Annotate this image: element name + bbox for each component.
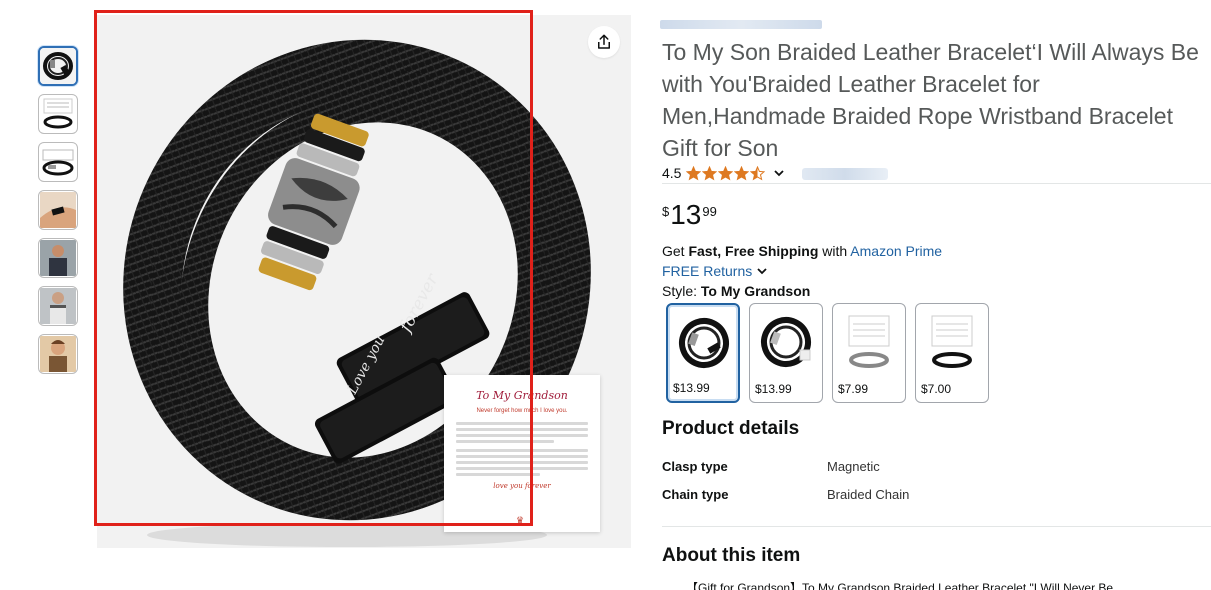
detail-key: Clasp type	[662, 459, 728, 474]
product-page: forever Love you To My Grandson Never fo…	[0, 0, 1211, 590]
variant-price: $13.99	[755, 382, 792, 396]
about-bullet-text: 【Gift for Grandson】To My Grandson Braide…	[686, 582, 1114, 590]
style-value: To My Grandson	[700, 283, 811, 299]
star-icon	[718, 165, 734, 180]
card-subtitle: Never forget how much I love you.	[476, 408, 568, 414]
thumbnail-bracelet[interactable]	[38, 46, 78, 86]
price-symbol: $	[662, 204, 670, 219]
divider	[662, 183, 1211, 184]
about-bullet-1: 【Gift for Grandson】To My Grandson Braide…	[686, 582, 1206, 590]
product-details-heading: Product details	[662, 418, 800, 439]
thumbnail-man-2[interactable]	[38, 286, 78, 326]
star-icon	[734, 165, 750, 180]
variant-option-1[interactable]: $13.99	[666, 303, 740, 403]
divider	[662, 526, 1211, 527]
variant-option-2[interactable]: $13.99	[749, 303, 823, 403]
thumbnail-bracelet-box[interactable]	[38, 142, 78, 182]
variant-option-3[interactable]: $7.99	[832, 303, 906, 403]
thumbnail-strip	[38, 46, 80, 382]
style-variants: $13.99 $13.99 $7.99 $7.00	[666, 303, 989, 403]
card-title: To My Grandson	[476, 389, 568, 402]
star-rating[interactable]	[686, 165, 766, 181]
share-icon	[598, 34, 610, 49]
amazon-prime-link[interactable]: Amazon Prime	[850, 243, 942, 259]
shipping-info: Get Fast, Free Shipping with Amazon Prim…	[662, 243, 942, 259]
share-button[interactable]	[588, 26, 620, 58]
crown-icon: ♛	[516, 515, 525, 525]
free-returns-label: FREE Returns	[662, 263, 753, 279]
variant-price: $7.00	[921, 382, 952, 396]
chevron-down-icon[interactable]	[773, 167, 785, 179]
variant-price: $13.99	[673, 381, 710, 395]
detail-row-clasp: Clasp type Magnetic	[662, 459, 880, 474]
free-returns-link[interactable]: FREE Returns	[662, 263, 768, 279]
star-icon	[686, 165, 702, 180]
shipping-bold: Fast, Free Shipping	[688, 243, 819, 259]
shipping-prefix: Get	[662, 243, 689, 259]
thumbnail-wrist[interactable]	[38, 190, 78, 230]
about-heading: About this item	[662, 545, 801, 566]
style-label: Style:	[662, 283, 701, 299]
blurred-ratings-count	[802, 168, 888, 180]
rating-value: 4.5	[662, 165, 682, 181]
rating-row[interactable]: 4.5	[662, 164, 785, 182]
thumbnail-man-3[interactable]	[38, 334, 78, 374]
price: $ 13 99	[662, 198, 717, 232]
blurred-store-link	[660, 20, 822, 29]
price-whole: 13	[670, 199, 702, 230]
shipping-middle: with	[818, 243, 851, 259]
card-signature: love you forever	[493, 482, 551, 490]
variant-option-4[interactable]: $7.00	[915, 303, 989, 403]
thumbnail-man-1[interactable]	[38, 238, 78, 278]
star-icon	[750, 165, 766, 180]
message-card: To My Grandson Never forget how much I l…	[444, 375, 600, 532]
detail-value: Braided Chain	[827, 487, 910, 502]
detail-key: Chain type	[662, 487, 729, 502]
thumbnail-bracelet-card[interactable]	[38, 94, 78, 134]
detail-value: Magnetic	[827, 459, 880, 474]
variant-price: $7.99	[838, 382, 869, 396]
chevron-down-icon	[757, 268, 767, 275]
price-fraction: 99	[702, 204, 717, 219]
product-title: To My Son Braided Leather Bracelet‘I Wil…	[662, 39, 1199, 161]
detail-row-chain: Chain type Braided Chain	[662, 487, 909, 502]
star-icon	[702, 165, 718, 180]
style-selector-label: Style: To My Grandson	[662, 283, 810, 299]
